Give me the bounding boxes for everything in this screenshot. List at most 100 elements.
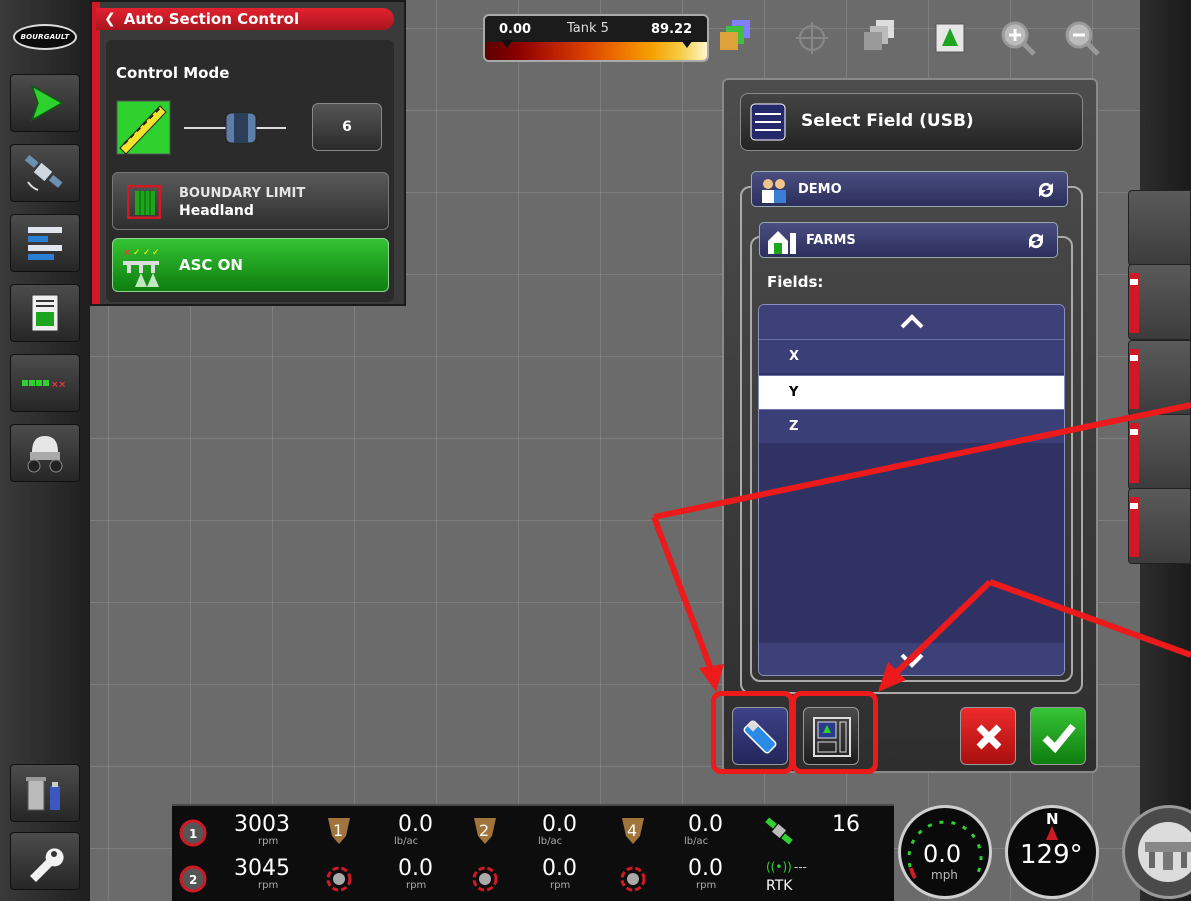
zoom-in-icon[interactable] bbox=[996, 16, 1040, 60]
fields-label: Fields: bbox=[767, 273, 824, 291]
client-name: DEMO bbox=[798, 182, 842, 197]
fan-1-rpm: 3003 bbox=[234, 812, 290, 837]
svg-text:✓: ✓ bbox=[152, 248, 160, 258]
control-mode-label: Control Mode bbox=[116, 64, 230, 82]
field-name: X bbox=[789, 349, 800, 364]
fan-1-icon: 1 bbox=[179, 819, 207, 847]
boundary-limit-value: Headland bbox=[179, 203, 254, 219]
red-tab bbox=[1129, 349, 1139, 409]
section-setup-button[interactable] bbox=[10, 214, 80, 272]
tank-4-icon: 4 bbox=[622, 818, 644, 844]
boundary-limit-icon bbox=[127, 185, 161, 219]
scroll-down-button[interactable] bbox=[759, 643, 1064, 675]
zoom-out-icon[interactable] bbox=[1060, 16, 1104, 60]
satellite-icon bbox=[24, 154, 63, 191]
farm-name: FARMS bbox=[806, 233, 856, 248]
chevron-down-icon bbox=[900, 653, 923, 668]
svg-text:1: 1 bbox=[189, 827, 197, 841]
svg-text:✓: ✓ bbox=[143, 248, 151, 258]
list-item[interactable]: Z bbox=[759, 409, 1064, 443]
annotation-highlight bbox=[711, 691, 794, 774]
chevron-up-icon bbox=[900, 314, 923, 329]
gps-target-icon[interactable] bbox=[790, 16, 834, 60]
list-item[interactable]: Y bbox=[759, 375, 1064, 409]
layers-color-icon[interactable] bbox=[714, 16, 758, 60]
trash-usb-icon bbox=[26, 777, 60, 811]
fan-2-unit: rpm bbox=[258, 880, 279, 891]
select-field-header[interactable]: Select Field (USB) bbox=[740, 93, 1083, 151]
tank-max-value: 89.22 bbox=[651, 22, 693, 37]
people-icon bbox=[762, 179, 786, 203]
tank-2-icon: 2 bbox=[474, 818, 496, 844]
tank-min-value: 0.00 bbox=[499, 22, 532, 37]
annotation-highlight bbox=[791, 691, 878, 774]
settings-button[interactable] bbox=[10, 832, 80, 890]
confirm-button[interactable] bbox=[1030, 707, 1086, 765]
section-status-button[interactable]: ×× bbox=[10, 354, 80, 412]
svg-text:2: 2 bbox=[189, 873, 197, 887]
list-item[interactable]: X bbox=[759, 339, 1064, 373]
implement-tank-icon bbox=[27, 436, 63, 473]
field-list: X Y Z bbox=[758, 304, 1065, 676]
report-button[interactable] bbox=[10, 284, 80, 342]
field-grid-icon[interactable] bbox=[928, 16, 972, 60]
right-panel-button-1[interactable] bbox=[1128, 190, 1191, 266]
right-panel-button-2[interactable] bbox=[1128, 264, 1191, 340]
select-field-title: Select Field (USB) bbox=[801, 111, 974, 131]
section-count-button[interactable]: 6 bbox=[312, 103, 382, 151]
signal-value: --- bbox=[794, 860, 807, 874]
layers-gray-icon[interactable] bbox=[858, 16, 902, 60]
heading-value: 129° bbox=[1020, 840, 1083, 870]
control-mode-slider[interactable] bbox=[182, 108, 288, 148]
tank-4-rate-unit: lb/ac bbox=[684, 836, 709, 847]
boundary-limit-label: BOUNDARY LIMIT bbox=[179, 186, 306, 201]
tank-4-rpm-unit: rpm bbox=[696, 880, 717, 891]
speed-value: 0.0 bbox=[923, 840, 962, 868]
fan-2-rpm: 3045 bbox=[234, 856, 290, 881]
wrench-icon bbox=[30, 848, 64, 882]
check-icon bbox=[1042, 723, 1076, 754]
implement-view-button[interactable] bbox=[1122, 805, 1191, 899]
implement-button[interactable] bbox=[10, 424, 80, 482]
gps-mode: RTK bbox=[766, 878, 793, 894]
right-panel-button-4[interactable] bbox=[1128, 414, 1191, 490]
tank-2-meter-icon bbox=[472, 866, 498, 892]
red-tab bbox=[1129, 497, 1139, 557]
tank-4-number: 4 bbox=[627, 821, 637, 840]
satellite-icon bbox=[765, 817, 793, 845]
refresh-icon[interactable] bbox=[1035, 179, 1057, 201]
tank-min-marker bbox=[501, 40, 513, 48]
client-selector[interactable]: DEMO bbox=[751, 171, 1068, 207]
tank-1-rate: 0.0 bbox=[398, 812, 433, 837]
svg-text:×: × bbox=[123, 248, 131, 258]
field-name: Z bbox=[789, 419, 799, 434]
tank-2-rate-unit: lb/ac bbox=[538, 836, 563, 847]
gps-settings-button[interactable] bbox=[10, 144, 80, 202]
scroll-up-button[interactable] bbox=[759, 305, 1064, 339]
tank-1-rpm-unit: rpm bbox=[406, 880, 427, 891]
panel-title-bar[interactable]: ❮ Auto Section Control bbox=[96, 8, 394, 30]
tank-1-meter-icon bbox=[326, 866, 352, 892]
speed-unit: mph bbox=[931, 868, 958, 882]
left-toolbar: BOURGAULT ×× bbox=[0, 0, 90, 901]
heading-compass: N 129° bbox=[1005, 805, 1099, 899]
boundary-limit-button[interactable]: BOUNDARY LIMIT Headland bbox=[112, 172, 389, 230]
section-count-value: 6 bbox=[342, 119, 352, 135]
data-transfer-button[interactable] bbox=[10, 764, 80, 822]
tank-level-bar[interactable]: 0.00 Tank 5 89.22 bbox=[483, 14, 709, 62]
cancel-button[interactable] bbox=[960, 707, 1016, 765]
control-mode-icon[interactable] bbox=[116, 100, 171, 155]
right-panel-button-3[interactable] bbox=[1128, 340, 1191, 416]
farm-selector[interactable]: FARMS bbox=[759, 222, 1058, 258]
right-panel-button-5[interactable] bbox=[1128, 488, 1191, 564]
asc-on-button[interactable]: × ✓ ✓ ✓ ASC ON bbox=[112, 238, 389, 292]
north-pointer-icon bbox=[1046, 826, 1058, 840]
fan-2-icon: 2 bbox=[179, 865, 207, 893]
panel-title: Auto Section Control bbox=[123, 10, 300, 28]
satellite-count: 16 bbox=[832, 812, 860, 837]
tank-2-number: 2 bbox=[479, 821, 489, 840]
red-tab bbox=[1129, 423, 1139, 483]
refresh-icon[interactable] bbox=[1025, 230, 1047, 252]
barn-icon bbox=[768, 231, 796, 254]
guidance-button[interactable] bbox=[10, 74, 80, 132]
